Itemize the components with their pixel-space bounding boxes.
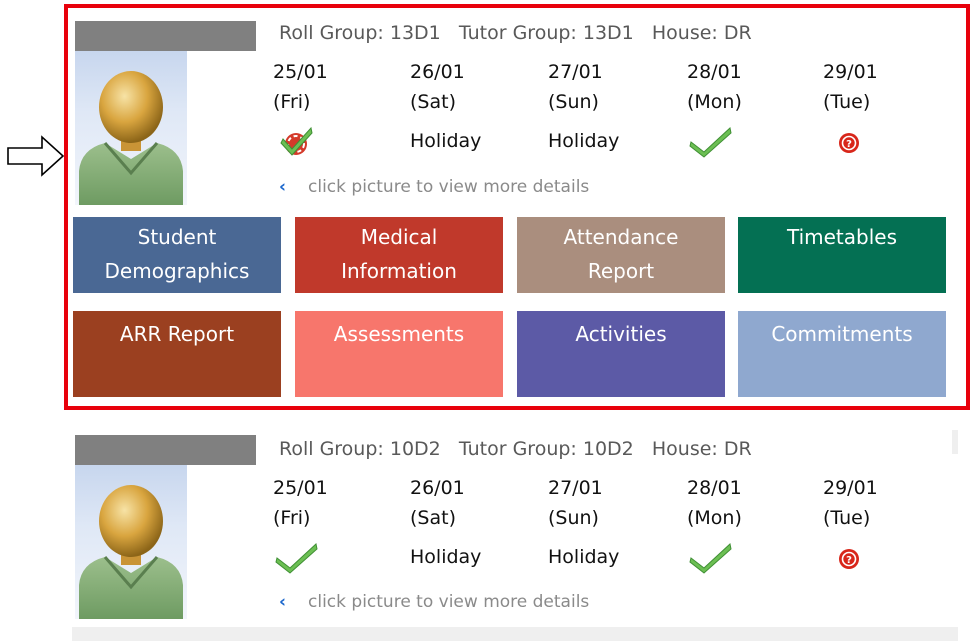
partial-check-icon: [279, 124, 315, 158]
avatar: [79, 71, 183, 205]
svg-text:?: ?: [846, 139, 852, 150]
day-weekday: (Fri): [273, 91, 311, 113]
day-status: Holiday: [410, 546, 482, 568]
day-weekday: (Sat): [410, 91, 456, 113]
check-icon: [275, 540, 319, 574]
day-date: 25/01: [273, 61, 328, 83]
student-name-redacted: [75, 435, 256, 465]
day-date: 27/01: [548, 61, 603, 83]
arr-report-button[interactable]: ARR Report: [73, 311, 281, 397]
student-card: Roll Group: 13D1 Tutor Group: 13D1 House…: [72, 5, 958, 400]
tutor-group: Tutor Group: 13D1: [458, 22, 634, 44]
svg-text:?: ?: [846, 555, 852, 566]
assessments-button[interactable]: Assessments: [295, 311, 503, 397]
day-weekday: (Mon): [687, 91, 742, 113]
day-date: 26/01: [410, 61, 465, 83]
day-date: 29/01: [823, 477, 878, 499]
day-date: 28/01: [687, 61, 742, 83]
attendance-day: 28/01 (Mon): [687, 57, 797, 117]
chevron-left-icon[interactable]: ‹: [279, 592, 286, 612]
activities-button[interactable]: Activities: [517, 311, 725, 397]
attendance-day: 27/01 (Sun): [548, 57, 658, 117]
tutor-group: Tutor Group: 10D2: [458, 438, 634, 460]
attendance-day: 26/01 (Sat): [410, 473, 520, 533]
day-weekday: (Sun): [548, 507, 599, 529]
house: House: DR: [651, 438, 752, 460]
day-date: 26/01: [410, 477, 465, 499]
attendance-day: 26/01 (Sat): [410, 57, 520, 117]
student-photo[interactable]: [75, 465, 187, 619]
attendance-day: 28/01 (Mon): [687, 473, 797, 533]
group-info: Roll Group: 10D2 Tutor Group: 10D2 House…: [279, 438, 752, 460]
question-icon: ?: [832, 124, 866, 158]
avatar: [79, 485, 183, 619]
student-name-redacted: [75, 21, 256, 51]
student-card: Roll Group: 10D2 Tutor Group: 10D2 House…: [72, 430, 958, 641]
roll-group: Roll Group: 10D2: [279, 438, 441, 460]
hint-text: click picture to view more details: [308, 177, 590, 197]
chevron-left-icon[interactable]: ‹: [279, 177, 286, 197]
commitments-button[interactable]: Commitments: [738, 311, 946, 397]
student-demographics-button[interactable]: Student Demographics: [73, 217, 281, 293]
day-date: 25/01: [273, 477, 328, 499]
day-status: Holiday: [548, 130, 620, 152]
day-date: 29/01: [823, 61, 878, 83]
day-status: Holiday: [548, 546, 620, 568]
roll-group: Roll Group: 13D1: [279, 22, 441, 44]
right-arrow-icon: [7, 135, 65, 177]
group-info: Roll Group: 13D1 Tutor Group: 13D1 House…: [279, 22, 752, 44]
day-date: 27/01: [548, 477, 603, 499]
day-weekday: (Sat): [410, 507, 456, 529]
attendance-day: 27/01 (Sun): [548, 473, 658, 533]
attendance-day: 29/01 (Tue): [823, 57, 933, 117]
day-status: Holiday: [410, 130, 482, 152]
hint-text: click picture to view more details: [308, 592, 590, 612]
timetables-button[interactable]: Timetables: [738, 217, 946, 293]
attendance-day: 29/01 (Tue): [823, 473, 933, 533]
details-hint: ‹ click picture to view more details: [279, 177, 589, 197]
check-icon: [689, 540, 733, 574]
day-weekday: (Fri): [273, 507, 311, 529]
medical-information-button[interactable]: Medical Information: [295, 217, 503, 293]
house: House: DR: [651, 22, 752, 44]
student-photo[interactable]: [75, 51, 187, 205]
attendance-report-button[interactable]: Attendance Report: [517, 217, 725, 293]
check-icon: [689, 124, 733, 158]
details-hint: ‹ click picture to view more details: [279, 592, 589, 612]
day-weekday: (Mon): [687, 507, 742, 529]
day-date: 28/01: [687, 477, 742, 499]
attendance-day: 25/01 (Fri): [273, 473, 383, 533]
attendance-day: 25/01 (Fri): [273, 57, 383, 117]
day-weekday: (Tue): [823, 507, 871, 529]
day-weekday: (Sun): [548, 91, 599, 113]
day-weekday: (Tue): [823, 91, 871, 113]
question-icon: ?: [832, 540, 866, 574]
